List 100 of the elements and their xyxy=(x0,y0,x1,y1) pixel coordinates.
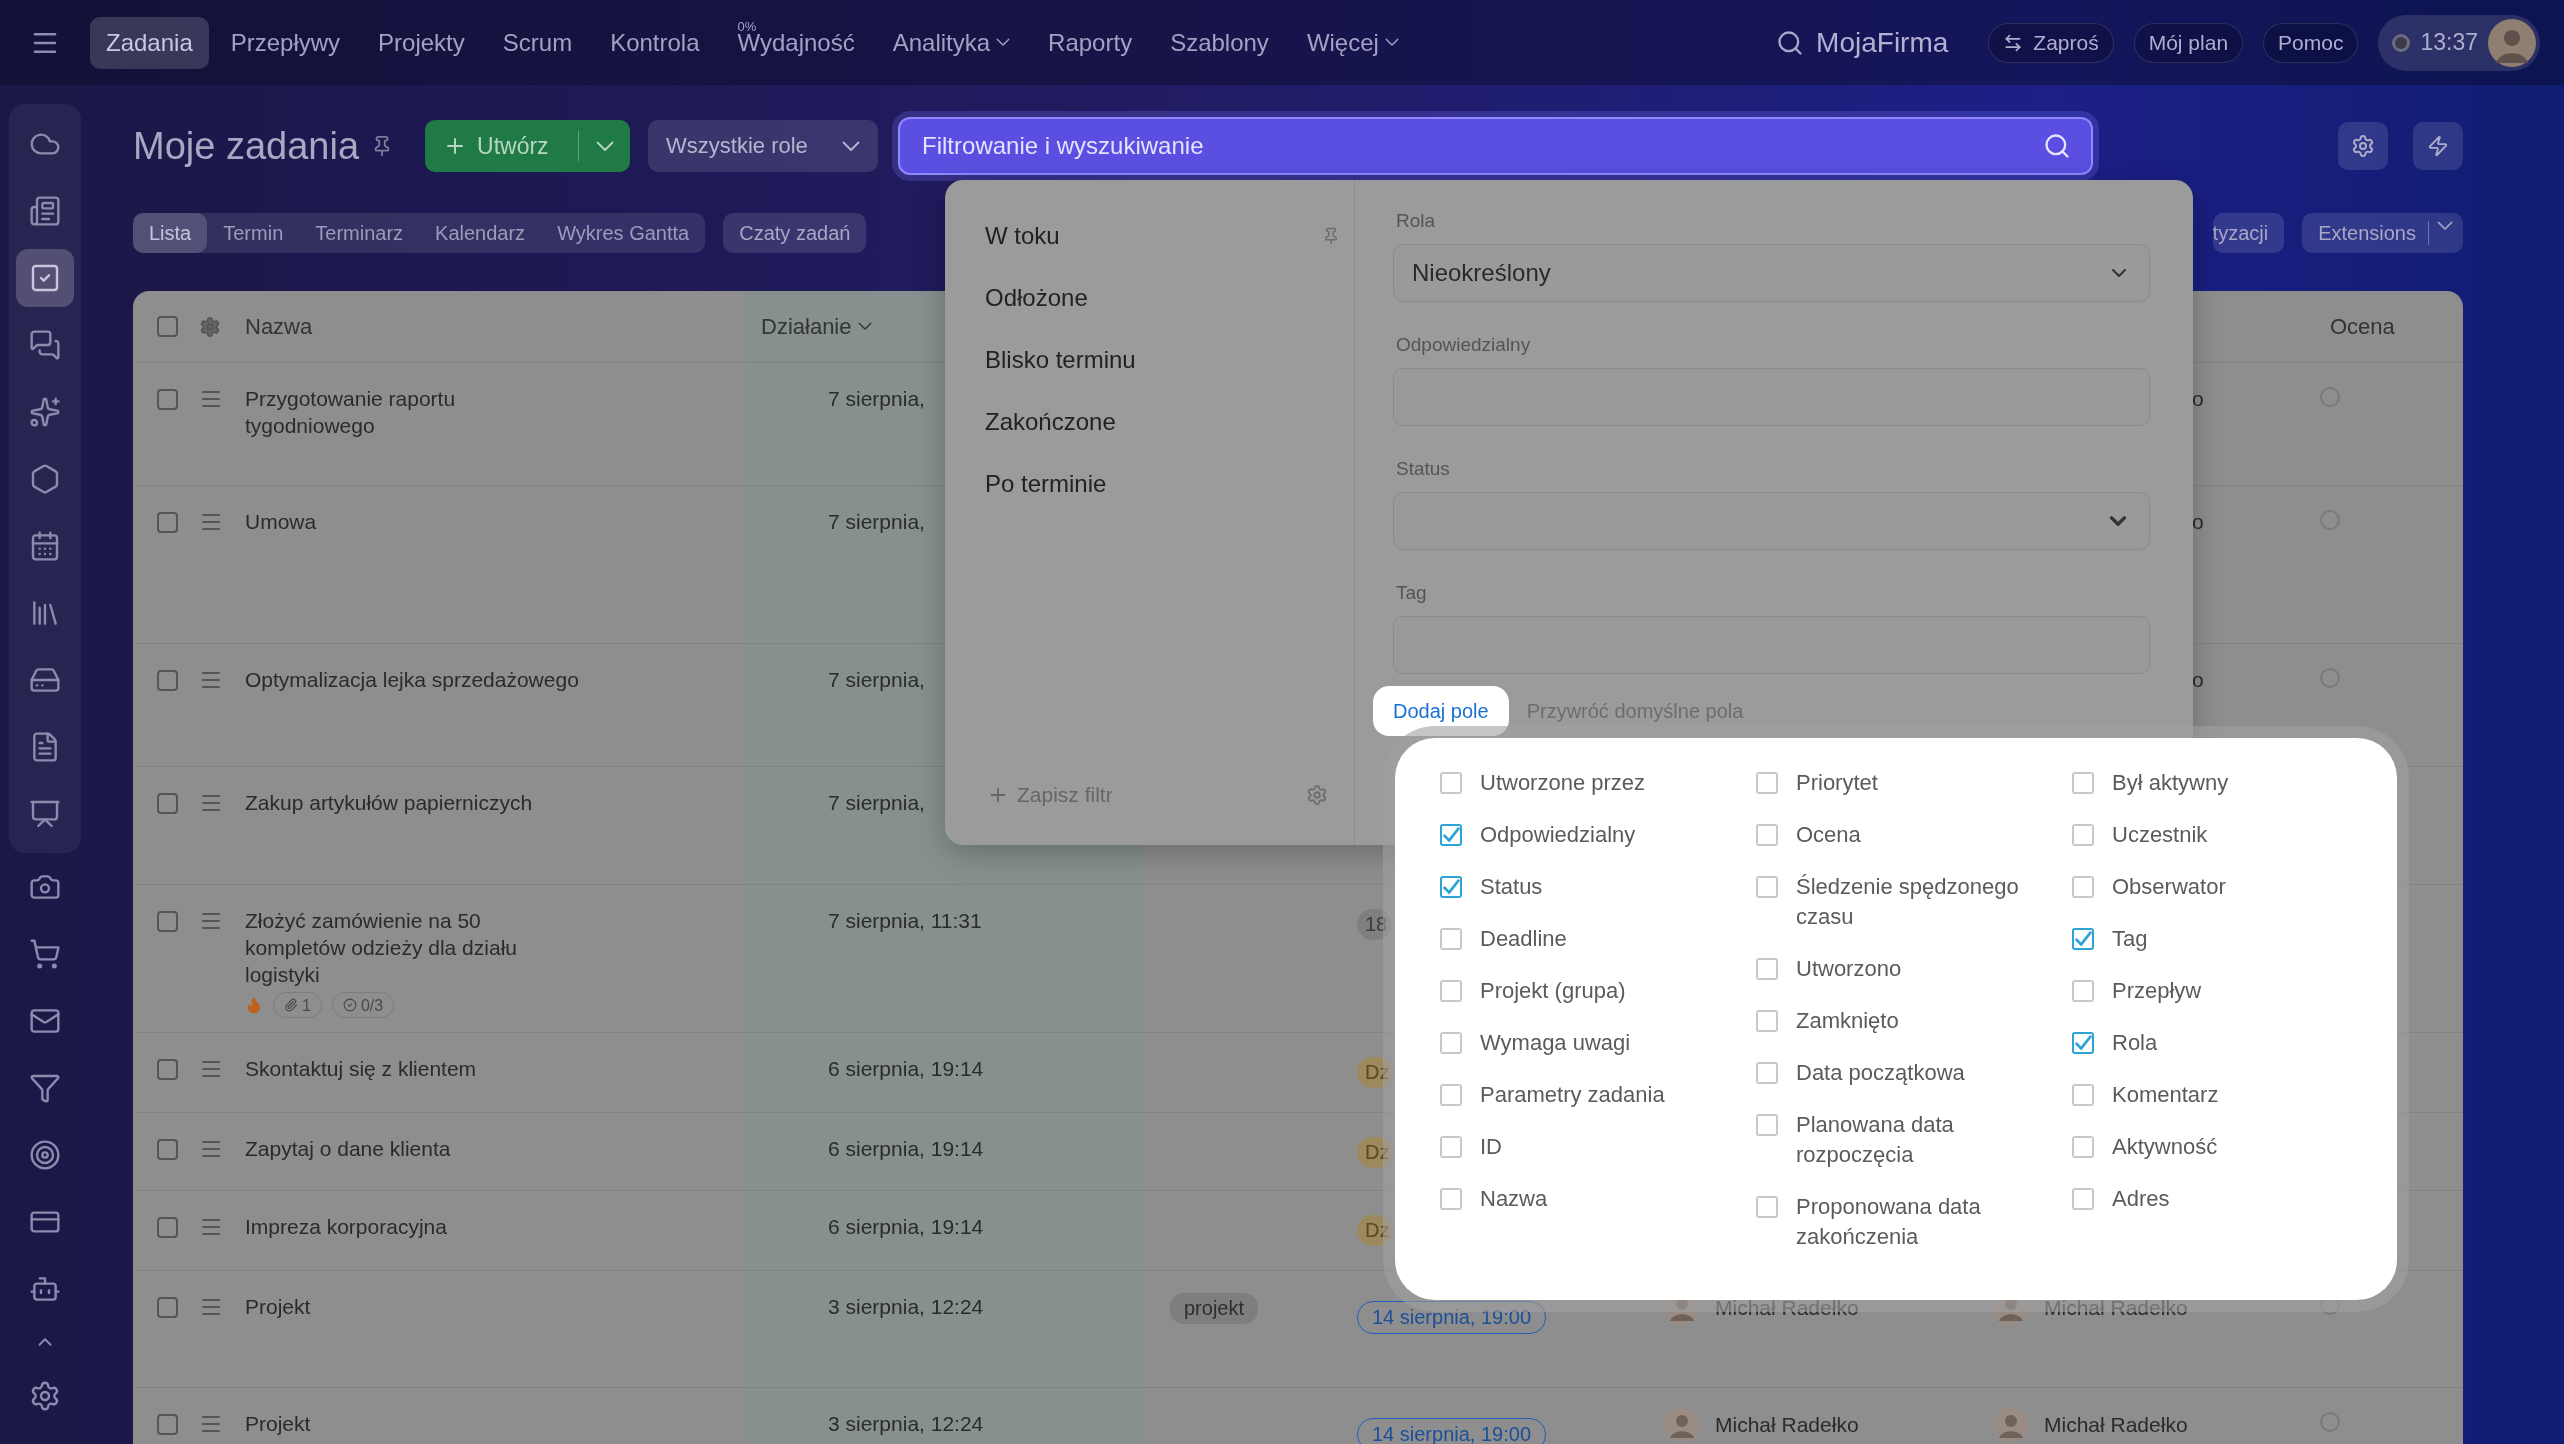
select-field[interactable]: Nieokreślony xyxy=(1393,244,2150,302)
checkbox-label: Śledzenie spędzonego czasu xyxy=(1796,873,2020,931)
checkbox[interactable] xyxy=(157,1297,178,1318)
person-name: o xyxy=(2192,668,2204,692)
action-date: 7 sierpnia, 11:31 xyxy=(828,909,982,933)
badge-count: 1 xyxy=(302,995,311,1016)
column-header[interactable]: Działanie xyxy=(761,313,872,340)
checkbox[interactable] xyxy=(157,793,178,814)
filter-preset[interactable]: Po terminie xyxy=(945,453,1107,515)
sidebar-item[interactable] xyxy=(16,248,74,307)
task-name[interactable]: Skontaktuj się z klientem xyxy=(245,1055,477,1082)
checkbox[interactable] xyxy=(1440,824,1462,846)
checkbox-label: Aktywność xyxy=(2112,1133,2218,1161)
deadline-pill: 14 sierpnia, 19:00 xyxy=(1357,1301,1546,1334)
field-label: Status xyxy=(1395,458,1451,480)
checkbox[interactable] xyxy=(1440,876,1462,898)
task-name[interactable]: Przygotowanie raportu tygodniowego xyxy=(245,385,580,439)
header-button[interactable]: Pomoc xyxy=(2263,22,2359,63)
nav-percentage: 0% xyxy=(737,18,757,34)
nav-tab[interactable]: Analityka xyxy=(876,16,1027,69)
search-field[interactable]: Filtrowanie i wyszukiwanie xyxy=(898,117,2094,175)
checkbox-label: ID xyxy=(1480,1133,1502,1161)
pin-icon[interactable] xyxy=(1322,227,1340,245)
newspaper-icon xyxy=(29,194,61,227)
checkbox-label: Uczestnik xyxy=(2112,821,2208,849)
checkbox-label: Tag xyxy=(2112,925,2148,953)
chats-button[interactable]: Czaty zadań xyxy=(723,213,867,253)
settings-icon[interactable] xyxy=(199,315,221,338)
nav-tab[interactable]: Zadania xyxy=(90,16,209,69)
task-name[interactable]: Zapytaj o dane klienta xyxy=(245,1135,451,1162)
nav-tab[interactable]: Przepływy xyxy=(214,16,357,69)
filter-preset[interactable]: Odłożone xyxy=(945,267,1088,329)
checkbox-label: Przepływ xyxy=(2112,977,2202,1005)
filter-preset[interactable]: Zakończone xyxy=(945,391,1116,453)
nav-tab[interactable]: 0% Wydajność xyxy=(721,16,871,69)
task-name[interactable]: Optymalizacja lejka sprzedażowego xyxy=(245,666,579,693)
toolbar-button[interactable]: tyzacji xyxy=(2212,213,2285,253)
view-tab[interactable]: Terminarz xyxy=(299,213,420,253)
search-icon xyxy=(2043,132,2072,160)
view-tab[interactable]: Wykres Gantta xyxy=(541,213,706,253)
field-label: Odpowiedzialny xyxy=(1395,334,1532,356)
checkbox-label: Rola xyxy=(2112,1029,2158,1057)
column-header: Nazwa xyxy=(245,313,313,340)
clock-pill[interactable]: 13:37 xyxy=(2378,14,2540,71)
search-icon[interactable] xyxy=(1776,28,1805,57)
checkbox[interactable] xyxy=(157,389,178,410)
checkbox[interactable] xyxy=(157,670,178,691)
header-button[interactable]: Mój plan xyxy=(2133,22,2244,63)
nav-tab[interactable]: Projekty xyxy=(362,16,481,69)
checkbox-label: Priorytet xyxy=(1796,769,1878,797)
nav-tab[interactable]: Więcej xyxy=(1290,16,1415,69)
checkbox[interactable] xyxy=(157,1217,178,1238)
checkbox[interactable] xyxy=(157,911,178,932)
checkbox-label: Utworzono xyxy=(1796,955,1902,983)
settings-button[interactable] xyxy=(2338,122,2388,170)
checkbox[interactable] xyxy=(2072,1032,2094,1054)
role-select[interactable]: Wszystkie role xyxy=(648,120,879,172)
action-date: 6 sierpnia, 19:14 xyxy=(828,1137,984,1161)
hexagon-icon xyxy=(29,462,61,495)
chevron-down-icon xyxy=(2437,221,2453,231)
view-tab[interactable]: Kalendarz xyxy=(419,213,542,253)
person-name: o xyxy=(2192,510,2204,534)
create-button[interactable]: Utwórz xyxy=(425,120,631,172)
task-name[interactable]: Projekt xyxy=(245,1410,311,1437)
checkbox[interactable] xyxy=(2072,928,2094,950)
filter-preset[interactable]: Blisko terminu xyxy=(945,329,1136,391)
checkbox-label: Status xyxy=(1480,873,1543,901)
checkbox-label: Ocena xyxy=(1796,821,1861,849)
task-name[interactable]: Złożyć zamówienie na 50 kompletów odzieży dla działu logistyki xyxy=(245,907,580,988)
nav-tab[interactable]: Raporty xyxy=(1032,16,1149,69)
lightning-icon xyxy=(2427,135,2449,157)
task-name[interactable]: Impreza korporacyjna xyxy=(245,1213,447,1240)
select-field[interactable] xyxy=(1393,492,2150,550)
nav-tab[interactable]: Szablony xyxy=(1154,16,1285,69)
checkbox-label: Zamknięto xyxy=(1796,1007,1899,1035)
extensions-button[interactable]: Extensions xyxy=(2302,213,2463,253)
view-tab[interactable]: Lista xyxy=(133,213,208,253)
checkbox-label: Parametry zadania xyxy=(1480,1081,1665,1109)
view-tab[interactable]: Termin xyxy=(207,213,300,253)
checkbox[interactable] xyxy=(157,1414,178,1435)
add-field-button[interactable]: Dodaj pole xyxy=(1373,686,1509,736)
task-name[interactable]: Projekt xyxy=(245,1293,311,1320)
lightning-button[interactable] xyxy=(2413,122,2463,170)
filter-preset[interactable]: W toku xyxy=(945,205,1060,267)
chat-icon xyxy=(29,328,61,361)
settings-icon[interactable] xyxy=(1306,784,1328,806)
nav-tab[interactable]: Scrum xyxy=(486,16,589,69)
task-name[interactable]: Umowa xyxy=(245,508,317,535)
checkbox[interactable] xyxy=(157,316,178,337)
task-name[interactable]: Zakup artykułów papierniczych xyxy=(245,789,533,816)
checkbox-label: Wymaga uwagi xyxy=(1480,1029,1631,1057)
checkbox[interactable] xyxy=(157,1139,178,1160)
status-dot-icon xyxy=(2392,33,2411,52)
invite-button[interactable]: Zaproś xyxy=(1988,22,2114,63)
checkbox-label: Nazwa xyxy=(1480,1185,1548,1213)
settings-icon xyxy=(2351,134,2375,158)
nav-tab[interactable]: Kontrola xyxy=(594,16,716,69)
checkbox[interactable] xyxy=(157,512,178,533)
action-date: 7 sierpnia, xyxy=(828,668,925,692)
checkbox[interactable] xyxy=(157,1059,178,1080)
